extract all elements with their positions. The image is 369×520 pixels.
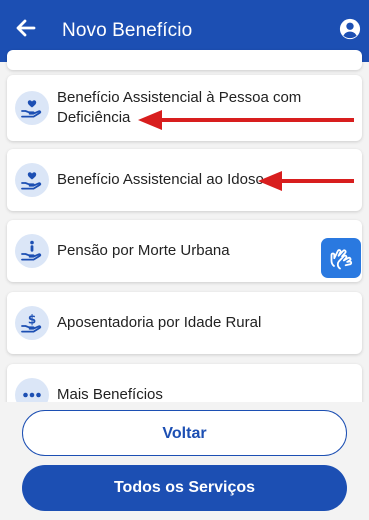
list-item-deficiencia[interactable]: Benefício Assistencial à Pessoa com Defi… (7, 75, 362, 141)
back-button[interactable]: Voltar (22, 410, 347, 456)
dollar-hand-icon: $ (15, 306, 49, 340)
list-item-partial (7, 50, 362, 70)
arrow-left-icon[interactable] (14, 16, 38, 40)
person-hand-icon (15, 234, 49, 268)
annotation-arrow-icon (258, 171, 354, 191)
list-item-label: Aposentadoria por Idade Rural (57, 314, 262, 331)
heart-hand-icon (15, 163, 49, 197)
sign-language-icon (330, 249, 353, 270)
heart-hand-icon (15, 91, 49, 125)
svg-text:$: $ (28, 313, 36, 327)
annotation-arrow-icon (138, 110, 354, 130)
list-item-pensao[interactable]: Pensão por Morte Urbana (7, 220, 362, 282)
page-title: Novo Benefício (62, 20, 193, 41)
user-circle-icon[interactable] (339, 18, 361, 40)
all-services-button[interactable]: Todos os Serviços (22, 465, 347, 511)
list-item-aposentadoria[interactable]: $ Aposentadoria por Idade Rural (7, 292, 362, 354)
list-item-label: Pensão por Morte Urbana (57, 242, 230, 259)
sign-language-button[interactable] (321, 238, 361, 278)
footer-actions: Voltar Todos os Serviços (0, 402, 369, 520)
